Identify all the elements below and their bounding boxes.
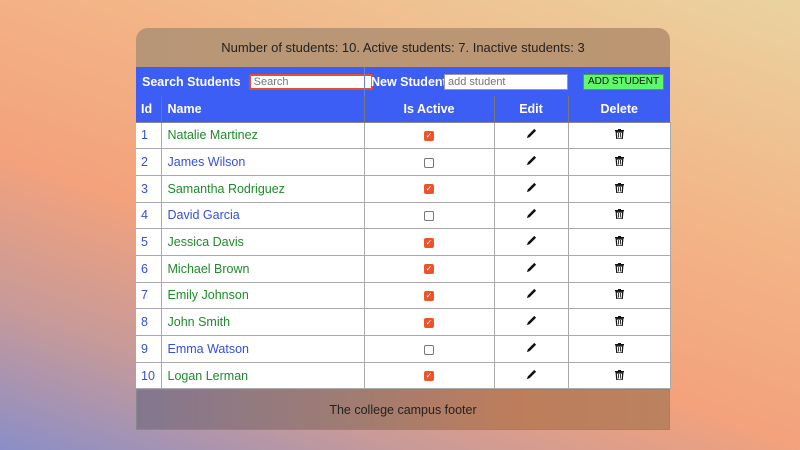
table-row: 8 John Smith ✓: [136, 308, 671, 336]
trash-icon: [614, 262, 624, 274]
trash-icon: [614, 182, 624, 194]
delete-button[interactable]: [567, 281, 671, 310]
delete-button[interactable]: [567, 361, 671, 390]
student-id: 3: [136, 174, 162, 203]
active-checkbox[interactable]: ✓: [424, 291, 434, 302]
student-name: Jessica Davis: [160, 228, 365, 256]
col-delete: Delete: [567, 96, 670, 122]
search-input[interactable]: [248, 73, 373, 90]
student-id: 1: [136, 121, 162, 150]
active-checkbox[interactable]: ✓: [424, 184, 434, 195]
student-id: 4: [136, 201, 162, 230]
student-name: James Wilson: [160, 148, 365, 176]
summary-text: Number of students: 10. Active students:…: [221, 40, 585, 55]
trash-icon: [614, 289, 624, 301]
pencil-icon: [526, 289, 536, 299]
student-id: 7: [136, 281, 162, 310]
student-id: 5: [136, 228, 162, 256]
pencil-icon: [526, 342, 536, 352]
table-row: 1 Natalie Martinez ✓: [136, 121, 671, 150]
edit-button[interactable]: [493, 174, 569, 203]
pencil-icon: [526, 155, 536, 166]
summary-header: Number of students: 10. Active students:…: [136, 28, 670, 67]
students-card: Number of students: 10. Active students:…: [136, 28, 671, 431]
pencil-icon: [526, 262, 536, 272]
pencil-icon: [526, 129, 536, 139]
divider: [364, 67, 365, 96]
pencil-icon: [526, 316, 536, 326]
trash-icon: [614, 209, 624, 221]
col-edit: Edit: [493, 96, 568, 122]
col-id: Id: [136, 96, 161, 122]
edit-button[interactable]: [493, 361, 569, 390]
col-name: Name: [160, 96, 364, 122]
edit-button[interactable]: [493, 335, 569, 363]
footer-text: The college campus footer: [329, 402, 477, 417]
search-label: Search Students: [142, 74, 241, 89]
active-checkbox[interactable]: [424, 157, 434, 168]
active-checkbox[interactable]: ✓: [424, 237, 434, 248]
trash-icon: [614, 342, 624, 354]
edit-button[interactable]: [493, 121, 569, 150]
active-checkbox[interactable]: ✓: [424, 317, 434, 328]
new-student-label: New Student: [371, 74, 447, 89]
toolbar: Search Students New Student ADD STUDENT: [136, 67, 670, 96]
pencil-icon: [526, 209, 536, 219]
student-id: 6: [136, 254, 162, 283]
active-checkbox[interactable]: ✓: [424, 131, 434, 142]
delete-button[interactable]: [567, 148, 671, 176]
edit-button[interactable]: [493, 148, 569, 176]
student-name: Natalie Martinez: [160, 121, 365, 150]
edit-button[interactable]: [493, 201, 569, 230]
edit-button[interactable]: [493, 254, 569, 283]
table-row: 9 Emma Watson: [136, 335, 671, 363]
student-name: Michael Brown: [160, 254, 365, 283]
trash-icon: [614, 129, 624, 140]
student-name: David Garcia: [160, 201, 365, 230]
delete-button[interactable]: [567, 254, 671, 283]
student-name: John Smith: [160, 308, 365, 336]
trash-icon: [614, 369, 624, 381]
pencil-icon: [526, 236, 536, 246]
student-name: Logan Lerman: [160, 361, 365, 390]
col-is-active: Is Active: [363, 96, 494, 122]
table-row: 10 Logan Lerman ✓: [136, 361, 671, 390]
delete-button[interactable]: [567, 308, 671, 336]
active-checkbox[interactable]: [424, 211, 434, 222]
trash-icon: [614, 316, 624, 327]
active-checkbox[interactable]: ✓: [424, 264, 434, 275]
trash-icon: [614, 236, 624, 247]
student-name: Emily Johnson: [160, 281, 365, 310]
table-row: 2 James Wilson: [136, 148, 671, 176]
trash-icon: [614, 156, 624, 167]
student-name: Samantha Rodriguez: [160, 174, 365, 203]
active-checkbox[interactable]: ✓: [424, 371, 434, 382]
delete-button[interactable]: [567, 121, 671, 150]
pencil-icon: [526, 369, 536, 379]
student-id: 10: [136, 361, 162, 390]
table-header: Id Name Is Active Edit Delete: [136, 96, 670, 122]
student-id: 2: [136, 148, 162, 176]
edit-button[interactable]: [493, 228, 569, 256]
table-row: 5 Jessica Davis ✓: [136, 228, 671, 256]
table-row: 4 David Garcia: [136, 201, 671, 230]
table-row: 6 Michael Brown ✓: [136, 254, 671, 283]
table-row: 3 Samantha Rodriguez ✓: [136, 174, 671, 203]
active-checkbox[interactable]: [424, 344, 434, 355]
student-id: 9: [136, 335, 162, 363]
delete-button[interactable]: [567, 174, 671, 203]
add-student-button[interactable]: ADD STUDENT: [583, 73, 664, 90]
delete-button[interactable]: [567, 335, 671, 363]
students-table: Id Name Is Active Edit Delete 1 Natalie …: [136, 96, 671, 390]
student-id: 8: [136, 308, 162, 336]
student-name: Emma Watson: [160, 335, 365, 363]
delete-button[interactable]: [567, 228, 671, 256]
delete-button[interactable]: [567, 201, 671, 230]
pencil-icon: [526, 182, 536, 192]
edit-button[interactable]: [493, 308, 569, 336]
edit-button[interactable]: [493, 281, 569, 310]
footer: The college campus footer: [136, 389, 670, 431]
table-row: 7 Emily Johnson ✓: [136, 281, 671, 310]
new-student-input[interactable]: [444, 73, 568, 90]
